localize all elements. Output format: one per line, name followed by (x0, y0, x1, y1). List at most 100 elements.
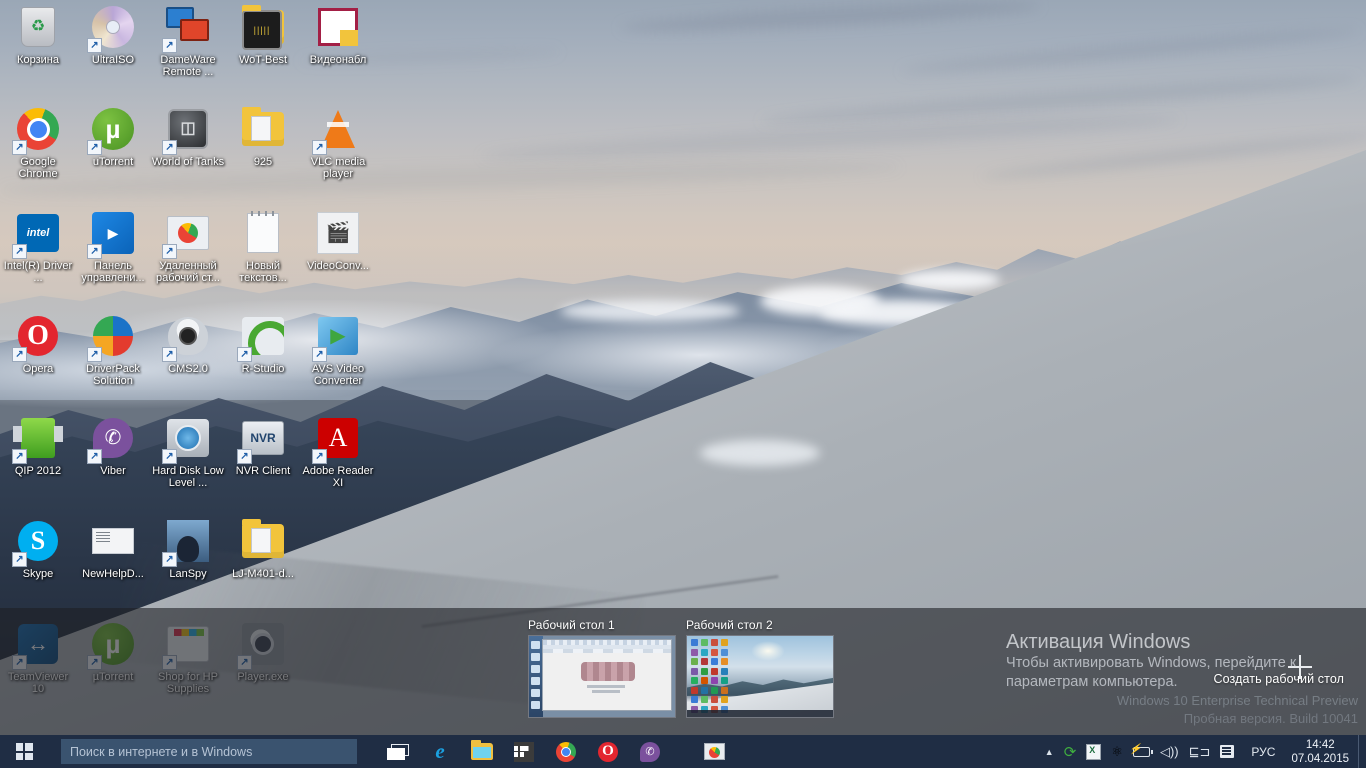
thumb-desktop-icon (691, 639, 698, 646)
desktop-icon[interactable]: ↗ VLC media player (300, 105, 376, 180)
battery-tray-button[interactable]: ⚡ (1128, 735, 1155, 768)
desktop-icon-label: World of Tanks (151, 156, 225, 168)
virtual-desktop-2[interactable]: Рабочий стол 2 (686, 618, 834, 718)
desktop-icon-label: NVR Client (235, 465, 291, 477)
remote-desktop-button[interactable] (693, 735, 735, 768)
show-hidden-icons-button[interactable]: ▲ (1040, 735, 1059, 768)
desktop-icon[interactable]: µ ↗ uTorrent (75, 105, 151, 168)
desktop-icon[interactable]: 925 (225, 105, 301, 168)
action-center-button[interactable] (1215, 735, 1239, 768)
opera-button[interactable]: O (587, 735, 629, 768)
desktop-icon[interactable]: S ↗ Skype (0, 517, 76, 580)
desktop-icon[interactable]: ↗ DameWare Remote ... (150, 3, 226, 78)
thumb-page-text (591, 690, 620, 694)
thumb-desktop-icon (721, 677, 728, 684)
virtual-desktop-2-thumbnail[interactable] (686, 635, 834, 718)
desktop-icon[interactable]: ||||| WoT-Best (225, 3, 301, 66)
shortcut-arrow-icon: ↗ (87, 244, 102, 259)
windows-activation-watermark: Активация Windows Чтобы активировать Win… (1006, 630, 1358, 728)
thumb-desktop-icon (721, 658, 728, 665)
shortcut-arrow-icon: ↗ (162, 140, 177, 155)
shortcut-arrow-icon: ↗ (312, 140, 327, 155)
desktop-icon-image: ↗ (162, 312, 212, 362)
desktop-icon[interactable]: NewHelpD... (75, 517, 151, 580)
thumb-desktop-icon (691, 696, 698, 703)
file-explorer-icon (471, 740, 493, 763)
molecule-tray-button[interactable]: ⚛ (1106, 735, 1128, 768)
desktop-icon-label: Hard Disk Low Level ... (152, 465, 224, 489)
desktop-icon-label: uTorrent (92, 156, 134, 168)
volume-tray-button[interactable]: ◁)) (1155, 735, 1184, 768)
thumb-page-graphic (581, 662, 636, 681)
desktop-icon[interactable]: Видеонабл (300, 3, 376, 66)
desktop-icon-label: Панель управлени... (81, 260, 145, 284)
battery-tray-icon: ⚡ (1129, 744, 1153, 757)
thumb-desktop-icon (691, 686, 698, 694)
desktop-icon[interactable]: ↗ Google Chrome (0, 105, 76, 180)
excel-tray-button[interactable] (1081, 735, 1106, 768)
remote-desktop-icon (703, 741, 725, 763)
virtual-desktop-1-thumbnail[interactable] (528, 635, 676, 718)
windows-build-label: Пробная версия. Build 10041 (1183, 711, 1358, 726)
desktop-icon[interactable]: ↗ Удаленный рабочий ст... (150, 209, 226, 284)
viber-button[interactable]: ✆ (629, 735, 671, 768)
desktop-icon[interactable]: A ↗ Adobe Reader XI (300, 414, 376, 489)
sync-tray-button[interactable]: ⟳ (1059, 735, 1082, 768)
desktop-icon[interactable]: ↗ DriverPack Solution (75, 312, 151, 387)
thumb-desktop-icon (701, 696, 708, 703)
thumb-desktop-icon (711, 677, 718, 684)
desktop-icon-label: QIP 2012 (14, 465, 62, 477)
desktop-icon[interactable]: NVR ↗ NVR Client (225, 414, 301, 477)
desktop-icon-image: ↗ (312, 105, 362, 155)
volume-tray-icon: ◁)) (1159, 743, 1179, 759)
search-input[interactable]: Поиск в интернете и в Windows (61, 739, 357, 764)
desktop-icon-label: VideoConv... (307, 260, 369, 272)
desktop-icon-label: Intel(R) Driver ... (3, 260, 73, 284)
desktop-icon-image: ↗ (12, 414, 63, 464)
desktop-icon[interactable]: ▶ ↗ AVS Video Converter (300, 312, 376, 387)
desktop-icon-label: LanSpy (169, 568, 207, 580)
desktop-icon-image: S ↗ (12, 517, 62, 567)
start-button[interactable] (0, 735, 48, 768)
thumb-desktop-icon (711, 686, 718, 694)
desktop-icon[interactable]: Новый текстов... (225, 209, 301, 284)
desktop-icon[interactable]: ↗ Hard Disk Low Level ... (150, 414, 226, 489)
chrome-button[interactable] (545, 735, 587, 768)
thumb-desktop-icon (701, 686, 708, 694)
desktop-icon[interactable]: ↗ R-Studio (225, 312, 301, 375)
language-indicator[interactable]: РУС (1239, 735, 1287, 768)
desktop-icon[interactable]: ✆ ↗ Viber (75, 414, 151, 477)
file-explorer-button[interactable] (461, 735, 503, 768)
desktop-icon-label: 925 (253, 156, 273, 168)
internet-explorer-button[interactable]: e (419, 735, 461, 768)
clock-date: 07.04.2015 (1291, 752, 1349, 765)
task-view-button[interactable] (377, 735, 419, 768)
desktop-icon-label: Корзина (17, 54, 59, 66)
excel-tray-icon (1086, 743, 1102, 760)
thumb-desktop-icon (711, 667, 718, 675)
desktop-icon[interactable]: LJ-M401-d... (225, 517, 301, 580)
thumb-taskbar (687, 710, 833, 717)
show-desktop-button[interactable] (1358, 735, 1364, 768)
desktop-icon[interactable]: VideoConv... (300, 209, 376, 272)
store-button[interactable] (503, 735, 545, 768)
network-tray-button[interactable]: ⊑⊐ (1184, 735, 1216, 768)
clock[interactable]: 14:42 07.04.2015 (1287, 738, 1358, 766)
desktop-icon[interactable]: ↗ QIP 2012 (0, 414, 76, 477)
desktop-icon[interactable]: intel ↗ Intel(R) Driver ... (0, 209, 76, 284)
thumb-desktop-icon (721, 696, 728, 703)
desktop-icon[interactable]: ↗Панель управлени... (75, 209, 151, 284)
desktop-icon[interactable]: ↗ UltraISO (75, 3, 151, 66)
desktop-icon[interactable]: ↗ LanSpy (150, 517, 226, 580)
thumb-sun (751, 640, 786, 661)
desktop-icon[interactable]: ↗ CMS2.0 (150, 312, 226, 375)
desktop-icon[interactable]: O ↗ Opera (0, 312, 76, 375)
desktop-icon[interactable]: Корзина (0, 3, 76, 66)
virtual-desktop-1[interactable]: Рабочий стол 1 (528, 618, 676, 718)
shortcut-arrow-icon: ↗ (12, 244, 27, 259)
thumb-desktop-icon (701, 639, 708, 646)
thumb-desktop-icon (701, 677, 708, 684)
shortcut-arrow-icon: ↗ (87, 140, 102, 155)
desktop-icon-label: Viber (100, 465, 126, 477)
desktop-icon[interactable]: ◫ ↗ World of Tanks (150, 105, 226, 168)
